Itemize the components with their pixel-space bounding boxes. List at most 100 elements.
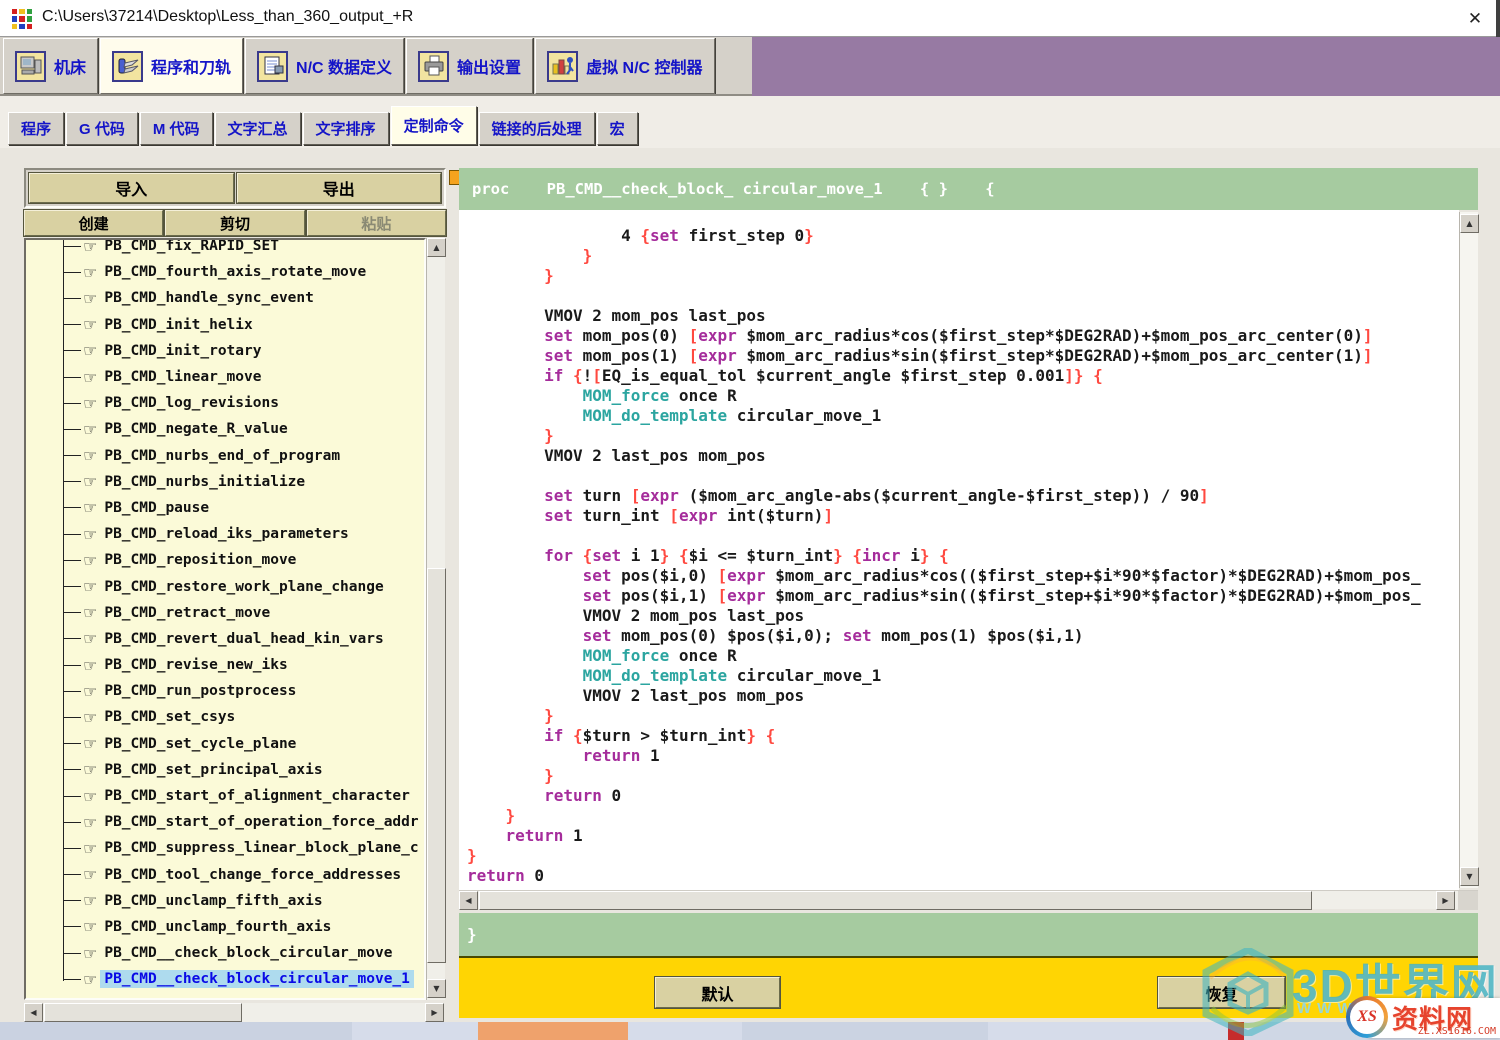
tab-文字汇总[interactable]: 文字汇总 xyxy=(215,112,301,145)
tree-item[interactable]: ☞PB_CMD_unclamp_fourth_axis xyxy=(26,914,424,940)
section-tab-row: 程序G 代码M 代码文字汇总文字排序定制命令链接的后处理宏 xyxy=(0,96,1500,148)
hand-pointer-icon: ☞ xyxy=(83,682,97,701)
tree-hscroll-thumb[interactable] xyxy=(44,1003,242,1022)
cut-button[interactable]: 剪切 xyxy=(165,210,304,236)
tree-connector xyxy=(64,665,81,666)
code-line: set mom_pos(1) [expr $mom_arc_radius*sin… xyxy=(467,346,1459,366)
machine-icon xyxy=(15,51,46,82)
tree-item-label: PB_CMD_set_csys xyxy=(100,708,239,726)
tab-链接的后处理[interactable]: 链接的后处理 xyxy=(479,112,595,145)
tab-G 代码[interactable]: G 代码 xyxy=(66,112,138,145)
tree-item[interactable]: ☞PB_CMD_set_cycle_plane xyxy=(26,731,424,757)
toolbar-tab-program-toolpath[interactable]: 程序和刀轨 xyxy=(100,38,243,94)
section-tabs: 程序G 代码M 代码文字汇总文字排序定制命令链接的后处理宏 xyxy=(8,106,640,145)
tree-item[interactable]: ☞PB_CMD_log_revisions xyxy=(26,390,424,416)
tree-item[interactable]: ☞PB_CMD_start_of_operation_force_addr xyxy=(26,809,424,835)
code-line: set mom_pos(0) $pos($i,0); set mom_pos(1… xyxy=(467,626,1459,646)
tree-connector xyxy=(64,586,81,587)
tree-connector xyxy=(64,272,81,273)
tree-item[interactable]: ☞PB_CMD_fix_RAPID_SET xyxy=(26,238,424,259)
tree-item[interactable]: ☞PB_CMD_reload_iks_parameters xyxy=(26,521,424,547)
scroll-down-icon[interactable]: ▼ xyxy=(427,979,446,998)
scroll-right-icon[interactable]: ▶ xyxy=(1436,891,1455,910)
toolbar-tab-machine[interactable]: 机床 xyxy=(3,38,98,94)
scroll-right-icon[interactable]: ▶ xyxy=(425,1003,444,1022)
tree-item[interactable]: ☞PB_CMD__check_block_circular_move xyxy=(26,940,424,966)
tree-item-label: PB_CMD_fix_RAPID_SET xyxy=(100,238,283,255)
hand-pointer-icon: ☞ xyxy=(83,420,97,439)
default-button[interactable]: 默认 xyxy=(655,977,780,1008)
tcl-code-editor[interactable]: _ 4 {set first_step 0} } } VMOV 2 mom_po… xyxy=(459,210,1459,890)
toolbar-tab-label: 机床 xyxy=(54,54,86,78)
scroll-left-icon[interactable]: ◀ xyxy=(459,891,478,910)
tree-item-label: PB_CMD_init_rotary xyxy=(100,342,265,360)
tree-item[interactable]: ☞PB_CMD_run_postprocess xyxy=(26,678,424,704)
tab-文字排序[interactable]: 文字排序 xyxy=(303,112,389,145)
tree-item[interactable]: ☞PB_CMD_negate_R_value xyxy=(26,416,424,442)
import-button[interactable]: 导入 xyxy=(29,173,234,203)
tab-宏[interactable]: 宏 xyxy=(597,112,638,145)
tree-scroll-thumb[interactable] xyxy=(427,568,446,963)
code-line: set pos($i,0) [expr $mom_arc_radius*cos(… xyxy=(467,566,1459,586)
tree-item[interactable]: ☞PB_CMD_pause xyxy=(26,495,424,521)
tree-item-label: PB_CMD_revise_new_iks xyxy=(100,656,291,674)
tree-item[interactable]: ☞PB_CMD_start_of_alignment_character xyxy=(26,783,424,809)
export-button[interactable]: 导出 xyxy=(237,173,442,203)
tree-connector xyxy=(64,926,81,927)
tree-item[interactable]: ☞PB_CMD_suppress_linear_block_plane_c xyxy=(26,835,424,861)
tree-connector xyxy=(64,612,81,613)
tree-item[interactable]: ☞PB_CMD_set_csys xyxy=(26,704,424,730)
tree-connector xyxy=(64,848,81,849)
tree-item[interactable]: ☞PB_CMD_restore_work_plane_change xyxy=(26,573,424,599)
close-icon[interactable]: ✕ xyxy=(1462,6,1488,32)
code-horizontal-scrollbar[interactable]: ◀ ▶ xyxy=(459,890,1478,909)
tree-connector xyxy=(64,796,81,797)
scroll-down-icon[interactable]: ▼ xyxy=(1460,867,1479,886)
hand-pointer-icon: ☞ xyxy=(83,577,97,596)
code-line: return 1 xyxy=(467,746,1459,766)
hand-pointer-icon: ☞ xyxy=(83,603,97,622)
code-line: for {set i 1} {$i <= $turn_int} {incr i}… xyxy=(467,546,1459,566)
toolbar-tab-output-settings[interactable]: 输出设置 xyxy=(406,38,533,94)
tree-item[interactable]: ☞PB_CMD_unclamp_fifth_axis xyxy=(26,888,424,914)
tree-item[interactable]: ☞PB_CMD_reposition_move xyxy=(26,547,424,573)
code-hscroll-thumb[interactable] xyxy=(479,891,1312,910)
tab-M 代码[interactable]: M 代码 xyxy=(140,112,213,145)
tree-item[interactable]: ☞PB_CMD_init_rotary xyxy=(26,338,424,364)
tree-item[interactable]: ☞PB_CMD_init_helix xyxy=(26,312,424,338)
toolbar-tab-virtual-nc[interactable]: 虚拟 N/C 控制器 xyxy=(535,38,714,94)
tree-item[interactable]: ☞PB_CMD_revise_new_iks xyxy=(26,652,424,678)
tree-item[interactable]: ☞PB_CMD_linear_move xyxy=(26,364,424,390)
tree-item[interactable]: ☞PB_CMD_fourth_axis_rotate_move xyxy=(26,259,424,285)
code-line: VMOV 2 mom_pos last_pos xyxy=(467,306,1459,326)
code-vertical-scrollbar[interactable]: ▲ ▼ xyxy=(1459,212,1478,888)
tab-定制命令[interactable]: 定制命令 xyxy=(391,106,477,145)
tree-horizontal-scrollbar[interactable]: ◀ ▶ xyxy=(24,1003,444,1022)
tab-程序[interactable]: 程序 xyxy=(8,112,64,145)
tree-item[interactable]: ☞PB_CMD_handle_sync_event xyxy=(26,285,424,311)
tree-item[interactable]: ☞PB_CMD_set_principal_axis xyxy=(26,757,424,783)
code-line: set turn_int [expr int($turn)] xyxy=(467,506,1459,526)
tree-item[interactable]: ☞PB_CMD__check_block_circular_move_1 xyxy=(26,966,424,992)
tree-item[interactable]: ☞PB_CMD_revert_dual_head_kin_vars xyxy=(26,626,424,652)
toolbar-tab-nc-data[interactable]: N/C 数据定义 xyxy=(245,38,404,94)
tree-connector xyxy=(64,429,81,430)
create-button[interactable]: 创建 xyxy=(24,210,163,236)
toolbar-tab-label: 程序和刀轨 xyxy=(151,54,231,78)
scroll-up-icon[interactable]: ▲ xyxy=(427,238,446,257)
hand-pointer-icon: ☞ xyxy=(83,263,97,282)
tree-item[interactable]: ☞PB_CMD_nurbs_end_of_program xyxy=(26,443,424,469)
scrollbar-corner xyxy=(1458,891,1478,910)
scroll-left-icon[interactable]: ◀ xyxy=(24,1003,43,1022)
virtual-nc-icon xyxy=(547,51,578,82)
hand-pointer-icon: ☞ xyxy=(83,315,97,334)
tree-item[interactable]: ☞PB_CMD_tool_change_force_addresses xyxy=(26,862,424,888)
tree-item[interactable]: ☞PB_CMD_nurbs_initialize xyxy=(26,469,424,495)
scroll-up-icon[interactable]: ▲ xyxy=(1460,214,1479,233)
output-settings-icon xyxy=(418,51,449,82)
tree-connector xyxy=(64,534,81,535)
tree-vertical-scrollbar[interactable]: ▲ ▼ xyxy=(426,238,445,1000)
tree-item[interactable]: ☞PB_CMD_retract_move xyxy=(26,600,424,626)
tree-connector xyxy=(64,874,81,875)
restore-button[interactable]: 恢复 xyxy=(1158,977,1285,1008)
